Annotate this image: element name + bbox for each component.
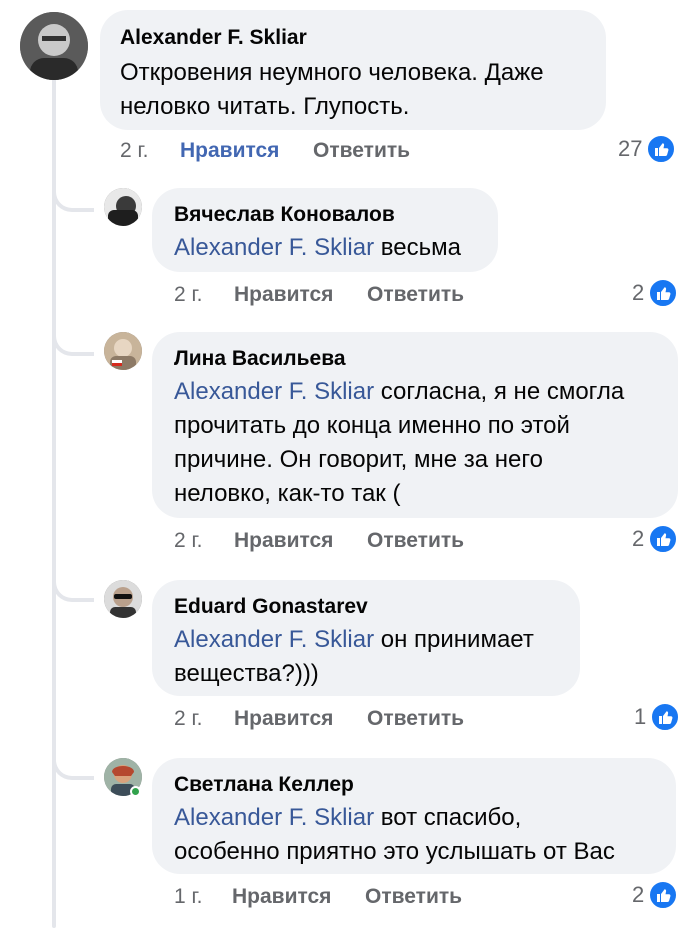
thumbs-up-icon [648, 880, 679, 910]
like-button[interactable]: Нравится [180, 139, 279, 163]
reaction-count[interactable]: 1 [634, 702, 681, 732]
reaction-count-number: 2 [632, 526, 645, 551]
reply-connector [52, 330, 94, 356]
reply-connector [52, 576, 94, 602]
thumbs-up-icon [646, 134, 677, 164]
online-status-icon [130, 786, 141, 797]
avatar[interactable] [20, 12, 88, 80]
comment-author[interactable]: Alexander F. Skliar [120, 26, 307, 50]
reply-connector [52, 186, 94, 212]
mention-link[interactable]: Alexander F. Skliar [174, 234, 374, 261]
reply-connector [52, 754, 94, 780]
thread-line [52, 78, 56, 928]
reaction-count-number: 1 [634, 704, 647, 729]
comment-author[interactable]: Светлана Келлер [174, 773, 354, 797]
comment-time[interactable]: 2 г. [174, 283, 202, 307]
comment-author[interactable]: Вячеслав Коновалов [174, 203, 395, 227]
comment-author[interactable]: Eduard Gonastarev [174, 595, 368, 619]
thumbs-up-icon [648, 524, 679, 554]
reply-button[interactable]: Ответить [367, 283, 464, 307]
reply-button[interactable]: Ответить [367, 707, 464, 731]
reaction-count-number: 2 [632, 280, 645, 305]
reply-button[interactable]: Ответить [367, 529, 464, 553]
comment-time[interactable]: 2 г. [174, 529, 202, 553]
comment-time[interactable]: 2 г. [120, 139, 148, 163]
reaction-count[interactable]: 27 [618, 134, 677, 164]
like-button[interactable]: Нравится [232, 885, 331, 909]
avatar[interactable] [104, 188, 142, 226]
avatar[interactable] [104, 580, 142, 618]
mention-link[interactable]: Alexander F. Skliar [174, 626, 374, 653]
comment-text: Alexander F. Skliar вот спасибо, особенн… [174, 801, 615, 869]
comment-body: весьма [374, 234, 461, 261]
comment-text: Откровения неумного человека. Даже нелов… [120, 59, 544, 120]
avatar[interactable] [104, 332, 142, 370]
thumbs-up-icon [650, 702, 681, 732]
reaction-count[interactable]: 2 [632, 278, 679, 308]
reaction-count-number: 2 [632, 882, 645, 907]
like-button[interactable]: Нравится [234, 529, 333, 553]
reaction-count-number: 27 [618, 136, 643, 161]
mention-link[interactable]: Alexander F. Skliar [174, 804, 374, 831]
thumbs-up-icon [648, 278, 679, 308]
comment-author[interactable]: Лина Васильева [174, 347, 346, 371]
mention-link[interactable]: Alexander F. Skliar [174, 378, 374, 405]
reaction-count[interactable]: 2 [632, 880, 679, 910]
comment-time[interactable]: 2 г. [174, 707, 202, 731]
like-button[interactable]: Нравится [234, 283, 333, 307]
reply-button[interactable]: Ответить [365, 885, 462, 909]
like-button[interactable]: Нравится [234, 707, 333, 731]
comment-text: Alexander F. Skliar согласна, я не смогл… [174, 375, 624, 511]
reply-button[interactable]: Ответить [313, 139, 410, 163]
comment-text: Alexander F. Skliar весьма [174, 231, 461, 265]
reaction-count[interactable]: 2 [632, 524, 679, 554]
comment-time[interactable]: 1 г. [174, 885, 202, 909]
comment-text: Alexander F. Skliar он принимает веществ… [174, 623, 534, 691]
